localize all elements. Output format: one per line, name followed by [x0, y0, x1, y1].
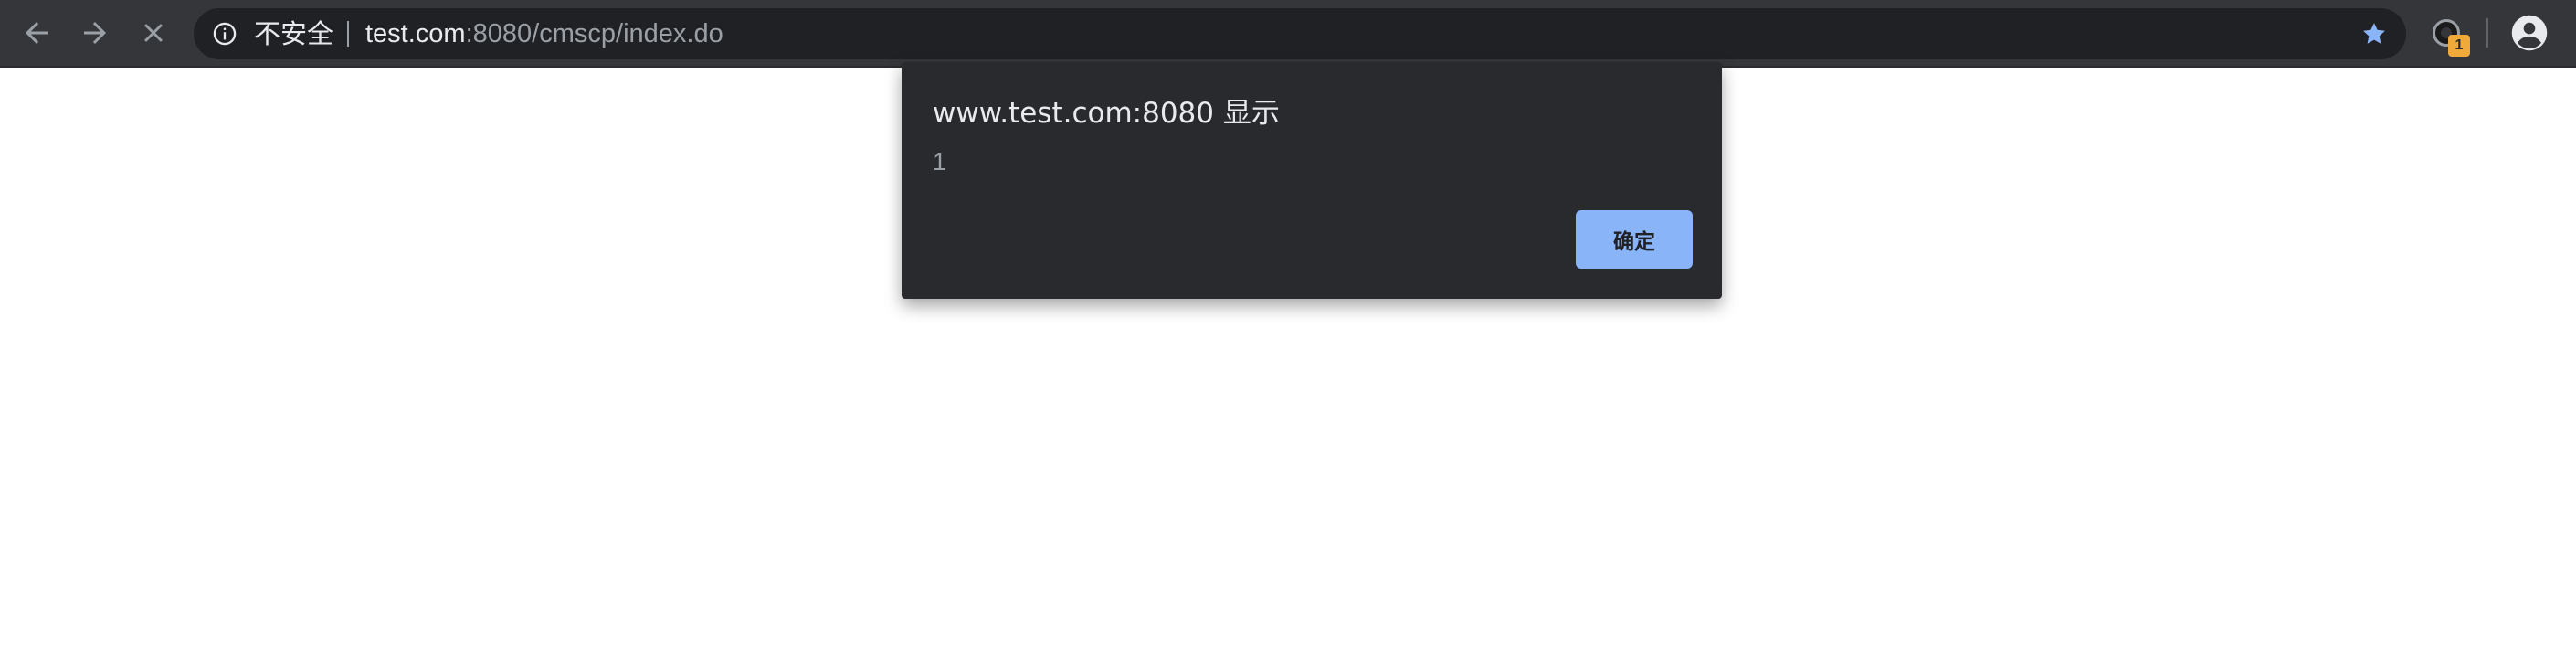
extension-badge: 1 — [2448, 35, 2470, 57]
back-arrow-icon — [26, 22, 48, 44]
omnibox-divider — [347, 21, 349, 47]
toolbar-divider — [2486, 18, 2488, 48]
profile-icon[interactable] — [2510, 14, 2549, 52]
alert-dialog: www.test.com:8080 显示 1 确定 — [902, 62, 1722, 299]
back-button[interactable] — [13, 9, 60, 57]
stop-loading-icon — [144, 24, 163, 42]
forward-button[interactable] — [71, 9, 119, 57]
browser-toolbar: 不安全 test.com:8080/cmscp/index.do 1 — [0, 0, 2576, 68]
info-icon[interactable] — [212, 21, 238, 47]
url-host: test.com — [365, 19, 466, 48]
browser-window: 不安全 test.com:8080/cmscp/index.do 1 www.t… — [0, 0, 2576, 656]
ok-button[interactable]: 确定 — [1576, 210, 1693, 269]
url-path: :8080/cmscp/index.do — [465, 19, 723, 48]
url-text[interactable]: test.com:8080/cmscp/index.do — [365, 8, 723, 59]
stop-loading-button[interactable] — [130, 9, 177, 57]
star-icon[interactable] — [2360, 20, 2388, 48]
dialog-title: www.test.com:8080 显示 — [933, 97, 1280, 130]
dialog-message: 1 — [933, 148, 947, 175]
address-bar[interactable]: 不安全 test.com:8080/cmscp/index.do — [194, 8, 2406, 59]
forward-arrow-icon — [84, 22, 106, 44]
security-status-label[interactable]: 不安全 — [254, 8, 333, 59]
